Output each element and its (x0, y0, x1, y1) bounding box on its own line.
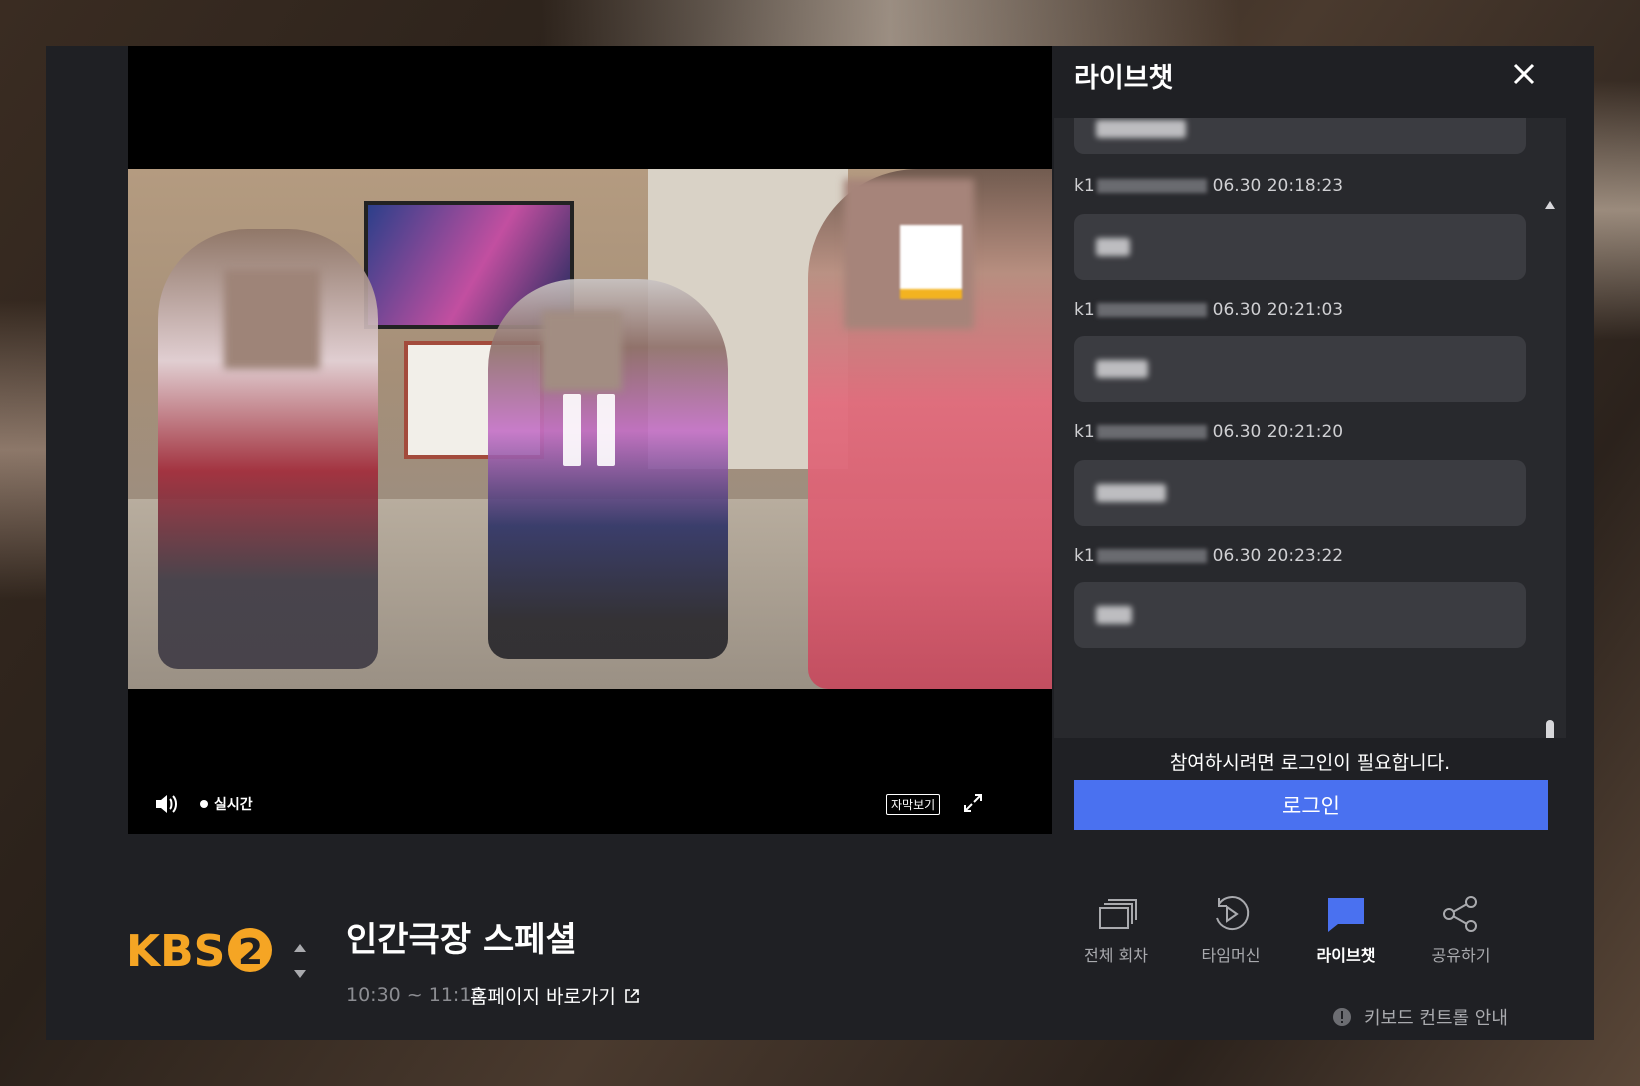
login-required-message: 참여하시려면 로그인이 필요합니다. (1169, 752, 1451, 774)
action-live-chat[interactable]: 라이브챗 (1296, 894, 1396, 966)
action-label: 전체 회차 (1084, 946, 1148, 965)
volume-icon[interactable] (154, 792, 180, 816)
channel-up-icon[interactable] (292, 942, 308, 954)
action-share[interactable]: 공유하기 (1411, 894, 1511, 966)
chat-header: 라이브챗 (1054, 46, 1566, 118)
chat-username: k1 (1074, 422, 1095, 442)
channel-down-icon[interactable] (292, 968, 308, 980)
scrollbar-thumb[interactable] (1546, 720, 1554, 738)
chat-message-bubble (1074, 582, 1526, 648)
redacted-text (1096, 606, 1132, 624)
chat-message-list[interactable]: k1 06.30 20:18:23 k1 06.30 20:21:03 k1 06.3… (1054, 118, 1566, 738)
keyboard-guide[interactable]: 키보드 컨트롤 안내 (1332, 1004, 1508, 1030)
redacted-text (1096, 360, 1148, 378)
player-controls: 실시간 자막보기 (128, 774, 1052, 834)
pause-icon[interactable] (563, 394, 619, 466)
action-all-episodes[interactable]: 전체 회차 (1066, 894, 1166, 966)
chat-message-bubble (1074, 336, 1526, 402)
redacted-text (1096, 238, 1130, 256)
chat-username: k1 (1074, 300, 1095, 320)
channel-switcher[interactable] (292, 942, 308, 986)
player-frame: 실시간 자막보기 라이브챗 k1 06.30 20:18:23 k1 06.30… (46, 46, 1594, 1040)
timemachine-icon (1216, 896, 1250, 931)
share-icon (1443, 896, 1477, 932)
external-link-icon (625, 988, 639, 1003)
live-chat-panel: 라이브챗 k1 06.30 20:18:23 k1 06.30 20:21:03 (1054, 46, 1566, 834)
action-label: 라이브챗 (1316, 946, 1376, 965)
redacted-username (1096, 303, 1207, 317)
chat-message-meta: k1 06.30 20:18:23 (1074, 176, 1343, 196)
chat-scrollbar[interactable] (1544, 200, 1556, 738)
pixelated-face (542, 311, 622, 391)
info-icon (1333, 1008, 1351, 1026)
chat-timestamp: 06.30 20:21:20 (1212, 422, 1344, 442)
video-frame[interactable] (128, 169, 1052, 689)
scroll-up-icon[interactable] (1544, 200, 1556, 210)
program-info-bar: KBS 2 인간극장 스페셜 10:30 ~ 11:10 홈페이지 바로가기 전… (46, 834, 1594, 1040)
background-streak (0, 300, 46, 600)
video-player[interactable]: 실시간 자막보기 (128, 46, 1052, 834)
action-label: 타임머신 (1201, 946, 1261, 965)
pixelated-badge (900, 225, 962, 299)
action-time-machine[interactable]: 타임머신 (1181, 894, 1281, 966)
program-title: 인간극장 스페셜 (346, 920, 577, 960)
chat-message-bubble (1074, 460, 1526, 526)
live-indicator: 실시간 (200, 794, 253, 814)
background-streak (540, 0, 1240, 46)
chat-username: k1 (1074, 176, 1095, 196)
chat-message-meta: k1 06.30 20:23:22 (1074, 546, 1343, 566)
chat-footer: 참여하시려면 로그인이 필요합니다. 로그인 (1054, 738, 1566, 834)
login-button[interactable]: 로그인 (1074, 780, 1548, 830)
chat-message-bubble (1074, 214, 1526, 280)
program-time: 10:30 ~ 11:10 (346, 984, 484, 1006)
redacted-text (1096, 120, 1186, 138)
episodes-icon (1099, 899, 1137, 929)
redacted-username (1096, 549, 1207, 563)
close-icon[interactable] (1510, 60, 1538, 88)
chat-timestamp: 06.30 20:21:03 (1212, 300, 1344, 320)
redacted-username (1096, 179, 1207, 193)
chat-username: k1 (1074, 546, 1095, 566)
homepage-link-label: 홈페이지 바로가기 (470, 986, 616, 1008)
action-label: 공유하기 (1431, 946, 1491, 965)
chat-timestamp: 06.30 20:23:22 (1212, 546, 1344, 566)
fullscreen-icon[interactable] (962, 792, 984, 814)
svg-text:2: 2 (238, 932, 263, 973)
chat-message-meta: k1 06.30 20:21:20 (1074, 422, 1343, 442)
chat-message-bubble (1074, 118, 1526, 154)
live-label: 실시간 (214, 797, 253, 813)
live-dot-icon (200, 800, 208, 808)
chat-timestamp: 06.30 20:18:23 (1212, 176, 1344, 196)
chat-message-meta: k1 06.30 20:21:03 (1074, 300, 1343, 320)
background-streak (1594, 80, 1640, 340)
chat-title: 라이브챗 (1074, 63, 1174, 94)
kbs2-logo: KBS 2 (126, 924, 278, 980)
redacted-text (1096, 484, 1166, 502)
homepage-link[interactable]: 홈페이지 바로가기 (470, 982, 640, 1009)
subtitle-button[interactable]: 자막보기 (886, 794, 941, 815)
pixelated-face (224, 269, 320, 369)
chat-bubble-icon (1328, 898, 1364, 932)
redacted-username (1096, 425, 1207, 439)
keyboard-guide-label: 키보드 컨트롤 안내 (1364, 1008, 1508, 1029)
svg-text:KBS: KBS (126, 926, 225, 976)
subtitle-label: 자막보기 (891, 798, 936, 812)
